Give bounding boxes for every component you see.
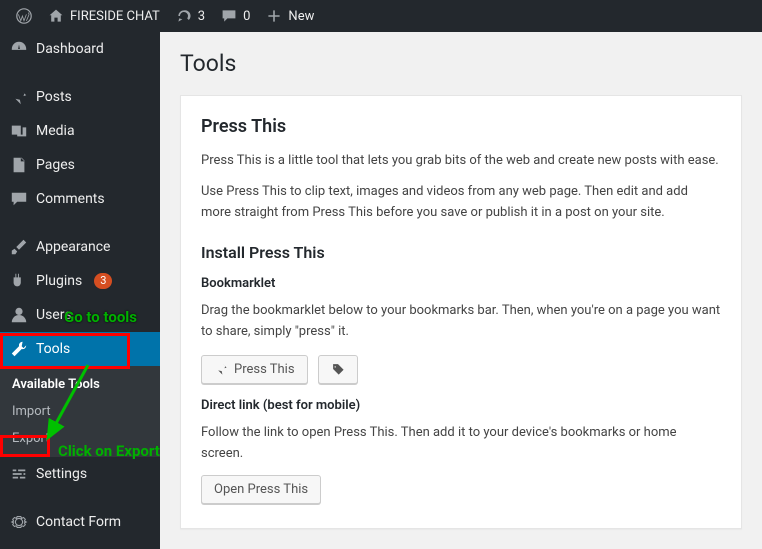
comments-link[interactable]: 0 [213,0,258,32]
sidebar-label: Media [36,123,75,139]
bookmarklet-label: Bookmarklet [201,276,721,291]
new-label: New [288,9,314,24]
sidebar-label: Posts [36,89,72,105]
sidebar-label: Tools [36,341,70,357]
home-icon [48,8,64,24]
sidebar-label: Contact Form [36,514,121,530]
sidebar-item-plugins[interactable]: Plugins 3 [0,264,160,298]
comment-icon [10,190,28,208]
brush-icon [10,238,28,256]
comments-count: 0 [243,9,250,24]
direct-link-desc: Follow the link to open Press This. Then… [201,423,721,465]
submenu-import[interactable]: Import [0,398,160,425]
direct-link-label: Direct link (best for mobile) [201,398,721,413]
sidebar-item-tools[interactable]: Tools [0,332,160,366]
wp-logo[interactable] [8,0,40,32]
sidebar-item-media[interactable]: Media [0,114,160,148]
submenu-available-tools[interactable]: Available Tools [0,371,160,398]
page-title: Tools [180,50,742,77]
sidebar-label: Pages [36,157,75,173]
plus-icon [266,8,282,24]
sidebar-item-appearance[interactable]: Appearance [0,230,160,264]
gear-icon [10,513,28,531]
media-icon [10,122,28,140]
sidebar-item-dashboard[interactable]: Dashboard [0,32,160,66]
main-content: Tools Press This Press This is a little … [160,32,762,549]
sidebar-label: Dashboard [36,41,104,57]
tag-icon [331,362,345,376]
user-icon [10,306,28,324]
sidebar-label: Comments [36,191,105,207]
tools-card: Press This Press This is a little tool t… [180,95,742,529]
sidebar-item-contact-form[interactable]: Contact Form [0,505,160,539]
button-label: Press This [234,362,295,377]
sidebar-label: Appearance [36,239,110,255]
plugin-icon [10,272,28,290]
plugins-badge: 3 [94,273,112,289]
current-pointer-icon [160,341,168,357]
dashboard-icon [10,40,28,58]
admin-bar: FIRESIDE CHAT 3 0 New [0,0,762,32]
updates-link[interactable]: 3 [168,0,213,32]
admin-sidebar: Dashboard Posts Media Pages Comments App… [0,32,160,549]
sidebar-label: Plugins [36,273,82,289]
updates-count: 3 [198,9,205,24]
sidebar-item-settings[interactable]: Settings [0,457,160,491]
press-this-tag-button[interactable] [318,355,358,384]
pin-icon [10,88,28,106]
refresh-icon [176,8,192,24]
press-this-heading: Press This [201,116,721,137]
comment-icon [221,8,237,24]
bookmarklet-desc: Drag the bookmarklet below to your bookm… [201,301,721,343]
sidebar-label: Settings [36,466,87,482]
new-content-link[interactable]: New [258,0,322,32]
sliders-icon [10,465,28,483]
site-name-link[interactable]: FIRESIDE CHAT [40,0,168,32]
pressthis-icon [214,362,228,376]
press-this-desc-1: Press This is a little tool that lets yo… [201,151,721,172]
wordpress-icon [16,8,32,24]
annotation-text-export: Click on Export [58,442,160,460]
press-this-desc-2: Use Press This to clip text, images and … [201,182,721,224]
sidebar-item-posts[interactable]: Posts [0,80,160,114]
page-icon [10,156,28,174]
wrench-icon [10,340,28,358]
sidebar-item-comments[interactable]: Comments [0,182,160,216]
button-label: Open Press This [214,482,308,497]
install-heading: Install Press This [201,243,721,262]
site-title: FIRESIDE CHAT [70,9,160,24]
press-this-bookmarklet[interactable]: Press This [201,355,308,384]
annotation-text-tools: Go to tools [64,308,137,326]
open-press-this-button[interactable]: Open Press This [201,475,321,504]
sidebar-item-pages[interactable]: Pages [0,148,160,182]
